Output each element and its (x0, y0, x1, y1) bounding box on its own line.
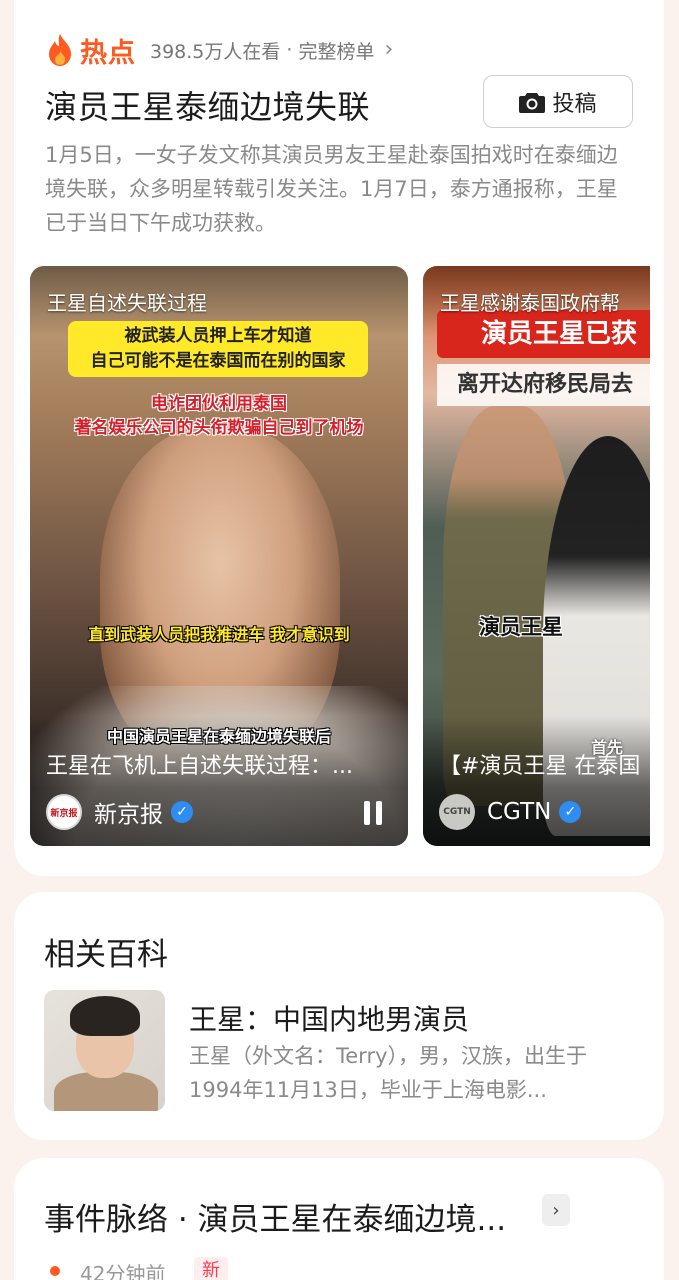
full-list-link[interactable]: 完整榜单 (298, 37, 374, 64)
video-subtitle-red: 电诈团伙利用泰国 著名娱乐公司的头衔欺骗自己到了机场 (74, 394, 364, 438)
video-subtitle-low: 中国演员王星在泰缅边境失联后 (106, 727, 331, 746)
encyclopedia-card[interactable]: 相关百科 王星：中国内地男演员 王星（外文名：Terry），男，汉族，出生于19… (14, 892, 664, 1140)
video-carousel[interactable]: 王星自述失联过程 被武装人员押上车才知道 自己可能不是在泰国而在别的国家 电诈团… (30, 266, 650, 848)
source-logo: 新京报 (46, 794, 82, 830)
video-banner: 演员王星已获 (437, 310, 650, 358)
video-subtitle-mid: 直到武装人员把我推进车 我才意识到 (88, 625, 350, 644)
video-card[interactable]: 演员王星已获 离开达府移民局去 王星感谢泰国政府帮 演员王星 首先 【#演员王星… (423, 266, 650, 846)
source-logo: CGTN (439, 794, 475, 830)
encyclopedia-title[interactable]: 王星：中国内地男演员 (189, 998, 469, 1038)
topic-summary: 1月5日，一女子发文称其演员男友王星赴泰国拍戏时在泰缅边境失联，众多明星转载引发… (45, 143, 618, 235)
page: 热点 398.5万人在看 · 完整榜单 › 演员王星泰缅边境失联 投稿 1月5日… (0, 0, 679, 1280)
video-bottom-caption: 王星在飞机上自述失联过程：... (46, 754, 353, 779)
chevron-right-icon[interactable]: › (542, 1194, 570, 1226)
pause-icon[interactable] (362, 801, 384, 825)
hot-meta[interactable]: 398.5万人在看 · 完整榜单 › (150, 37, 393, 64)
hot-label: 热点 (80, 37, 136, 69)
video-label: 演员王星 (479, 615, 563, 639)
hot-header[interactable]: 热点 398.5万人在看 · 完整榜单 › (46, 31, 393, 69)
meta-separator: · (286, 39, 293, 61)
encyclopedia-thumbnail[interactable] (44, 990, 165, 1111)
verified-icon: ✓ (171, 801, 193, 823)
video-subtitle-yellow: 被武装人员押上车才知道 自己可能不是在泰国而在别的国家 (68, 321, 368, 377)
source-name: 新京报 (94, 802, 163, 828)
video-source[interactable]: CGTN CGTN ✓ (439, 794, 582, 830)
new-badge: 新 (194, 1257, 228, 1280)
timeline-card[interactable]: 事件脉络 · 演员王星在泰缅边境... › 42分钟前 新 (14, 1158, 664, 1280)
encyclopedia-heading: 相关百科 (44, 937, 168, 973)
encyclopedia-description: 王星（外文名：Terry），男，汉族，出生于1994年11月13日，毕业于上海电… (189, 1044, 588, 1102)
video-banner-secondary: 离开达府移民局去 (437, 364, 650, 406)
camera-icon (519, 92, 546, 113)
video-top-caption: 王星自述失联过程 (47, 291, 207, 315)
timeline-dot (50, 1266, 60, 1276)
video-top-caption: 王星感谢泰国政府帮 (440, 291, 620, 315)
submit-label: 投稿 (552, 91, 597, 117)
chevron-right-icon: › (384, 37, 394, 62)
video-bottom-caption: 【#演员王星 在泰国 (439, 754, 641, 779)
flame-icon (49, 34, 71, 66)
viewer-count: 398.5万人在看 (150, 40, 281, 63)
video-card[interactable]: 王星自述失联过程 被武装人员押上车才知道 自己可能不是在泰国而在别的国家 电诈团… (30, 266, 408, 846)
thumbnail-hair (70, 996, 140, 1036)
verified-icon: ✓ (559, 801, 582, 823)
video-source[interactable]: 新京报 新京报 ✓ (46, 794, 193, 830)
topic-title[interactable]: 演员王星泰缅边境失联 (45, 82, 370, 128)
timeline-heading[interactable]: 事件脉络 · 演员王星在泰缅边境... (44, 1194, 506, 1239)
submit-button[interactable]: 投稿 (483, 75, 633, 128)
source-name: CGTN (487, 799, 552, 825)
timeline-time: 42分钟前 (80, 1262, 166, 1280)
